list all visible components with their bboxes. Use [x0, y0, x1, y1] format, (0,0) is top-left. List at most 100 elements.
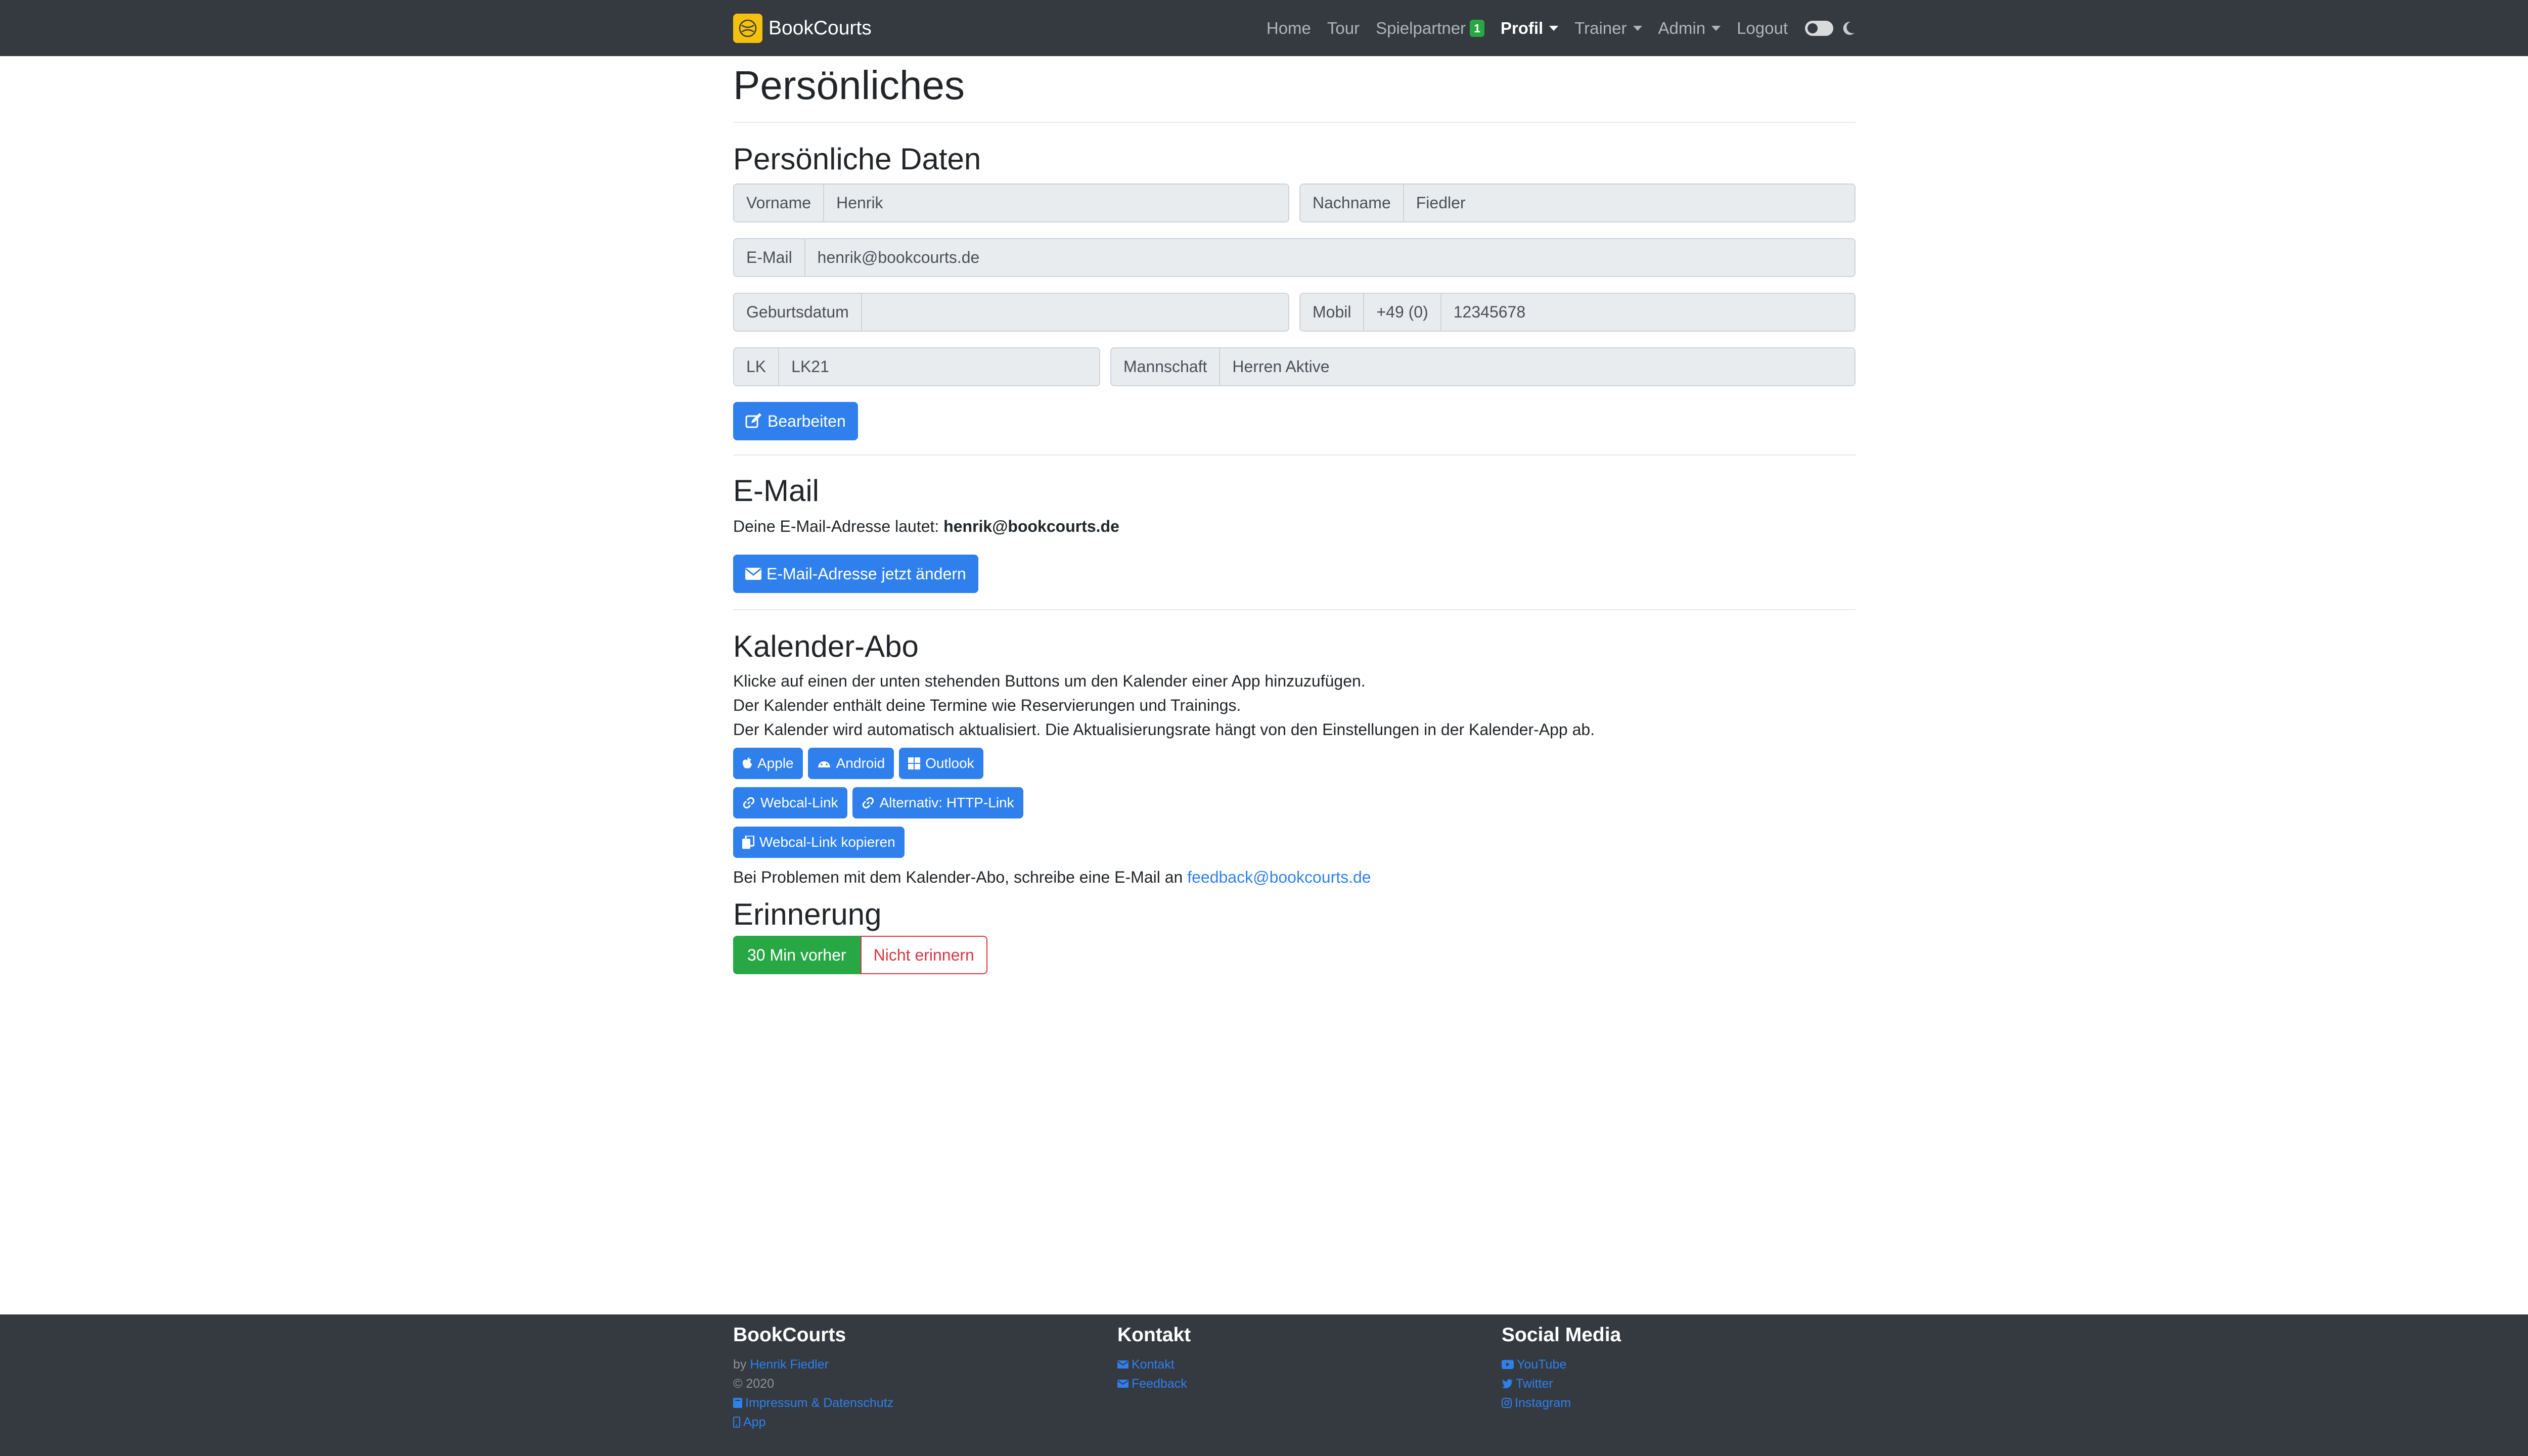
reminder-heading: Erinnerung — [733, 897, 882, 931]
reminder-30min-button[interactable]: 30 Min vorher — [733, 936, 861, 974]
nav-trainer-label: Trainer — [1574, 18, 1627, 37]
nav-admin-label: Admin — [1658, 18, 1706, 37]
birth-mobile-row: Geburtsdatum Mobil +49 (0) 12345678 — [733, 293, 1856, 332]
link-icon — [743, 797, 755, 809]
lk-field: LK21 — [779, 348, 1099, 385]
edit-button-wrap: Bearbeiten — [733, 402, 1856, 440]
edit-button-label: Bearbeiten — [768, 412, 846, 430]
nachname-label: Nachname — [1300, 185, 1404, 221]
top-navbar: BookCourts Home Tour Spielpartner 1 Prof… — [0, 0, 2528, 56]
footer-copyright: © 2020 — [733, 1377, 774, 1391]
footer-twitter-label: Twitter — [1516, 1377, 1553, 1391]
mobil-field: 12345678 — [1441, 294, 1855, 331]
footer-twitter-link[interactable]: Twitter — [1502, 1374, 1856, 1393]
mannschaft-label: Mannschaft — [1111, 348, 1221, 385]
footer-app-link[interactable]: App — [733, 1413, 1087, 1432]
footer-bookcourts-title: BookCourts — [733, 1324, 846, 1346]
link-icon — [862, 797, 874, 809]
nav-logout[interactable]: Logout — [1737, 19, 1788, 38]
footer-instagram-label: Instagram — [1515, 1396, 1571, 1410]
reminder-none-button[interactable]: Nicht erinnern — [860, 936, 987, 974]
moon-icon — [1841, 21, 1856, 36]
twitter-icon — [1502, 1379, 1513, 1388]
vorname-label: Vorname — [734, 185, 825, 221]
edit-icon — [745, 413, 761, 428]
divider — [733, 122, 1856, 123]
webcal-link-label: Webcal-Link — [760, 795, 838, 810]
footer-impressum-link[interactable]: Impressum & Datenschutz — [733, 1393, 1087, 1413]
webcal-link-button[interactable]: Webcal-Link — [733, 787, 847, 818]
edit-button[interactable]: Bearbeiten — [733, 402, 858, 440]
footer-youtube-link[interactable]: YouTube — [1502, 1355, 1856, 1374]
http-link-button[interactable]: Alternativ: HTTP-Link — [852, 787, 1023, 818]
nav-admin-dropdown[interactable]: Admin — [1658, 19, 1721, 38]
footer-social-list: YouTube Twitter Instagram — [1502, 1355, 1856, 1413]
change-email-wrap: E-Mail-Adresse jetzt ändern — [733, 555, 1856, 593]
page-title: Persönliches — [733, 63, 965, 108]
android-label: Android — [836, 755, 885, 771]
calendar-app-buttons: Apple Android Outlook — [733, 748, 1856, 779]
nav-profil-dropdown[interactable]: Profil — [1500, 18, 1559, 38]
android-button[interactable]: Android — [807, 748, 894, 779]
feedback-email-link[interactable]: feedback@bookcourts.de — [1187, 868, 1371, 886]
geburtsdatum-field — [862, 294, 1288, 331]
footer-feedback-link[interactable]: Feedback — [1117, 1374, 1471, 1393]
nav-home[interactable]: Home — [1267, 19, 1311, 38]
copy-icon — [742, 836, 754, 849]
email-info-prefix: Deine E-Mail-Adresse lautet: — [733, 517, 944, 535]
nav-profil-label: Profil — [1500, 18, 1544, 37]
instagram-icon — [1502, 1398, 1512, 1408]
nav-trainer-dropdown[interactable]: Trainer — [1574, 19, 1642, 38]
change-email-button[interactable]: E-Mail-Adresse jetzt ändern — [733, 555, 978, 593]
mannschaft-group: Mannschaft Herren Aktive — [1110, 347, 1856, 386]
android-icon — [818, 761, 830, 767]
apple-icon — [742, 757, 752, 768]
http-link-label: Alternativ: HTTP-Link — [879, 795, 1014, 810]
calendar-problem-prefix: Bei Problemen mit dem Kalender-Abo, schr… — [733, 868, 1188, 886]
footer-app-label: App — [743, 1415, 766, 1429]
personal-data-heading: Persönliche Daten — [733, 142, 981, 176]
footer-social-title: Social Media — [1502, 1324, 1621, 1346]
dark-mode-toggle[interactable] — [1805, 20, 1833, 36]
footer-impressum-label: Impressum & Datenschutz — [745, 1396, 894, 1410]
calendar-line-1: Klicke auf einen der unten stehenden But… — [733, 672, 1366, 690]
outlook-label: Outlook — [925, 755, 974, 771]
calendar-line-3: Der Kalender wird automatisch aktualisie… — [733, 720, 1595, 739]
calendar-copy-wrap: Webcal-Link kopieren — [733, 827, 1856, 858]
book-icon — [733, 1398, 742, 1408]
nav-spielpartner[interactable]: Spielpartner 1 — [1376, 19, 1484, 38]
calendar-problem-text: Bei Problemen mit dem Kalender-Abo, schr… — [733, 865, 1856, 889]
nachname-group: Nachname Fiedler — [1299, 184, 1856, 222]
email-label: E-Mail — [734, 239, 805, 276]
outlook-button[interactable]: Outlook — [899, 748, 983, 779]
divider — [733, 454, 1856, 456]
divider — [733, 609, 1856, 610]
mobil-group: Mobil +49 (0) 12345678 — [1299, 293, 1856, 332]
navbar-inner: BookCourts Home Tour Spielpartner 1 Prof… — [733, 0, 1856, 56]
brand[interactable]: BookCourts — [733, 0, 872, 56]
apple-button[interactable]: Apple — [733, 748, 803, 779]
calendar-line-2: Der Kalender enthält deine Termine wie R… — [733, 696, 1241, 714]
footer-col-bookcourts: BookCourts by Henrik Fiedler © 2020 Impr… — [733, 1314, 1087, 1432]
mannschaft-field: Herren Aktive — [1220, 348, 1855, 385]
mobil-prefix: +49 (0) — [1364, 294, 1441, 331]
copy-webcal-button[interactable]: Webcal-Link kopieren — [733, 827, 905, 858]
mobil-label: Mobil — [1300, 294, 1365, 331]
footer-instagram-link[interactable]: Instagram — [1502, 1393, 1856, 1413]
chevron-down-icon — [1549, 25, 1559, 31]
footer-author-link[interactable]: Henrik Fiedler — [750, 1355, 829, 1374]
footer-kontakt-label: Kontakt — [1132, 1357, 1175, 1372]
copy-webcal-label: Webcal-Link kopieren — [759, 834, 895, 850]
chevron-down-icon — [1633, 25, 1642, 31]
footer-kontakt-link[interactable]: Kontakt — [1117, 1355, 1471, 1374]
nav-tour[interactable]: Tour — [1327, 19, 1360, 38]
brand-name: BookCourts — [769, 17, 872, 39]
email-field: henrik@bookcourts.de — [805, 239, 1855, 276]
toggle-knob — [1808, 23, 1818, 33]
calendar-link-buttons: Webcal-Link Alternativ: HTTP-Link — [733, 787, 1856, 818]
geburtsdatum-label: Geburtsdatum — [734, 294, 862, 331]
footer-col-social: Social Media YouTube Twitter Instagram — [1502, 1314, 1856, 1413]
nav-spielpartner-label: Spielpartner — [1376, 18, 1466, 37]
lk-group: LK LK21 — [733, 347, 1100, 386]
footer-youtube-label: YouTube — [1517, 1357, 1567, 1372]
